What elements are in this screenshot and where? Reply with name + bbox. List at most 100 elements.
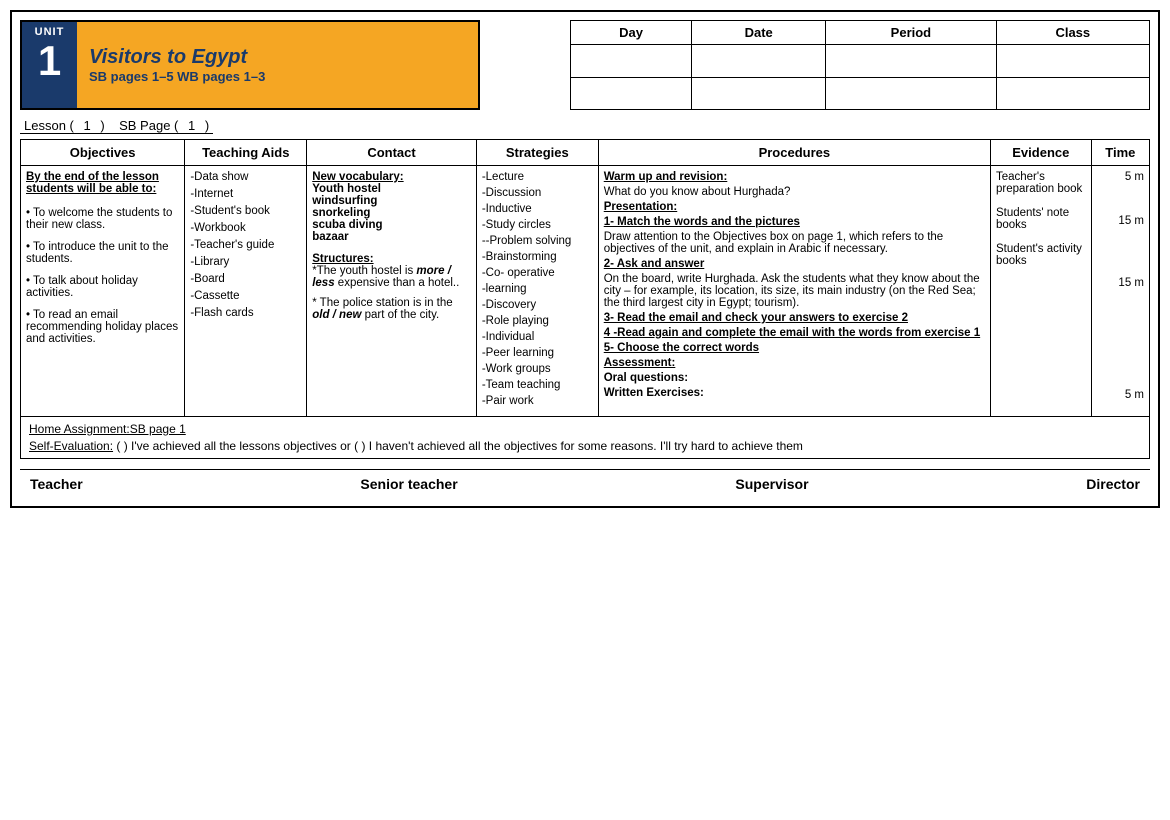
signatures-section: Teacher Senior teacher Supervisor Direct… [20,469,1150,498]
date-cell-2 [692,77,826,110]
teaching-item-8: -Flash cards [190,307,301,319]
senior-teacher-sig: Senior teacher [360,476,457,492]
teaching-item-3: -Workbook [190,222,301,234]
objectives-intro: By the end of the lesson students will b… [26,171,179,195]
step1-text: Draw attention to the Objectives box on … [604,231,985,255]
strategy-3: -Study circles [482,219,593,231]
objectives-cell: By the end of the lesson students will b… [21,166,185,417]
warm-up-text: What do you know about Hurghada? [604,186,985,198]
teaching-aids-list: -Data show -Internet -Student's book -Wo… [190,171,301,319]
oral-title: Oral questions: [604,372,985,384]
unit-title: Visitors to Egypt [89,46,466,69]
schedule-row-2 [571,77,1150,110]
strategy-12: -Work groups [482,363,593,375]
unit-number: 1 [38,40,61,82]
step2-text: On the board, write Hurghada. Ask the st… [604,273,985,309]
strategy-8: -Discovery [482,299,593,311]
header-section: UNIT 1 Visitors to Egypt SB pages 1–5 WB… [20,20,1150,110]
strategy-6: -Co- operative [482,267,593,279]
class-header: Class [996,21,1149,45]
lesson-label: Lesson ( 1 ) SB Page ( 1 ) [20,118,213,134]
evidence-0: Teacher's preparation book [996,171,1086,195]
teaching-item-4: -Teacher's guide [190,239,301,251]
lesson-line: Lesson ( 1 ) SB Page ( 1 ) [20,118,1150,133]
contact-header: Contact [307,140,477,166]
self-eval: Self-Evaluation: ( ) I've achieved all t… [29,439,1141,453]
strategy-9: -Role playing [482,315,593,327]
unit-box: UNIT 1 Visitors to Egypt SB pages 1–5 WB… [20,20,480,110]
teaching-aids-cell: -Data show -Internet -Student's book -Wo… [185,166,307,417]
objective-2: • To introduce the unit to the students. [26,241,179,265]
warm-up-title: Warm up and revision: [604,171,985,183]
time-2: 15 m [1097,277,1144,289]
schedule-row-1 [571,45,1150,78]
schedule-table: Day Date Period Class [570,20,1150,110]
time-1: 15 m [1097,215,1144,227]
objectives-header: Objectives [21,140,185,166]
struct-title: Structures: [312,253,471,265]
unit-title-box: Visitors to Egypt SB pages 1–5 WB pages … [77,22,478,108]
unit-subtitle: SB pages 1–5 WB pages 1–3 [89,69,466,84]
period-cell-2 [826,77,996,110]
date-cell-1 [692,45,826,78]
evidence-2: Student's activity books [996,243,1086,267]
strategy-2: -Inductive [482,203,593,215]
day-header: Day [571,21,692,45]
strategy-5: -Brainstorming [482,251,593,263]
strategies-header: Strategies [476,140,598,166]
procedures-header: Procedures [598,140,990,166]
contact-cell: New vocabulary: Youth hostelwindsurfings… [307,166,477,417]
unit-number-box: UNIT 1 [22,22,77,108]
teaching-item-0: -Data show [190,171,301,183]
step4-title: 4 -Read again and complete the email wit… [604,327,985,339]
home-assignment: Home Assignment:SB page 1 [29,422,1141,436]
teaching-aids-header: Teaching Aids [185,140,307,166]
main-table: Objectives Teaching Aids Contact Strateg… [20,139,1150,417]
class-cell-2 [996,77,1149,110]
step1-title: 1- Match the words and the pictures [604,216,985,228]
strategy-7: -learning [482,283,593,295]
class-cell-1 [996,45,1149,78]
period-header: Period [826,21,996,45]
objective-3: • To talk about holiday activities. [26,275,179,299]
strategy-14: -Pair work [482,395,593,407]
step2-title: 2- Ask and answer [604,258,985,270]
step3-title: 3- Read the email and check your answers… [604,312,985,324]
evidence-cell: Teacher's preparation book Students' not… [990,166,1091,417]
teaching-item-5: -Library [190,256,301,268]
strategy-10: -Individual [482,331,593,343]
strategies-list: -Lecture -Discussion -Inductive -Study c… [482,171,593,407]
strategies-cell: -Lecture -Discussion -Inductive -Study c… [476,166,598,417]
vocab-items: Youth hostelwindsurfingsnorkelingscuba d… [312,183,471,243]
strategy-1: -Discussion [482,187,593,199]
time-header: Time [1091,140,1149,166]
teacher-sig: Teacher [30,476,83,492]
teaching-item-6: -Board [190,273,301,285]
time-3: 5 m [1097,389,1144,401]
period-cell-1 [826,45,996,78]
objective-1: • To welcome the students to their new c… [26,207,179,231]
struct-item-1: *The youth hostel is more / less expensi… [312,265,471,289]
strategy-0: -Lecture [482,171,593,183]
day-cell-1 [571,45,692,78]
date-header: Date [692,21,826,45]
strategy-11: -Peer learning [482,347,593,359]
vocab-title: New vocabulary: [312,171,471,183]
step5-title: 5- Choose the correct words [604,342,985,354]
supervisor-sig: Supervisor [735,476,808,492]
teaching-item-1: -Internet [190,188,301,200]
time-cell: 5 m 15 m 15 m 5 m [1091,166,1149,417]
footer-section: Home Assignment:SB page 1 Self-Evaluatio… [20,417,1150,459]
teaching-item-2: -Student's book [190,205,301,217]
presentation-title: Presentation: [604,201,985,213]
day-cell-2 [571,77,692,110]
director-sig: Director [1086,476,1140,492]
written-title: Written Exercises: [604,387,985,399]
procedures-cell: Warm up and revision: What do you know a… [598,166,990,417]
main-content-row: By the end of the lesson students will b… [21,166,1150,417]
teaching-item-7: -Cassette [190,290,301,302]
evidence-1: Students' note books [996,207,1086,231]
objective-4: • To read an email recommending holiday … [26,309,179,345]
assessment-title: Assessment: [604,357,985,369]
evidence-header: Evidence [990,140,1091,166]
